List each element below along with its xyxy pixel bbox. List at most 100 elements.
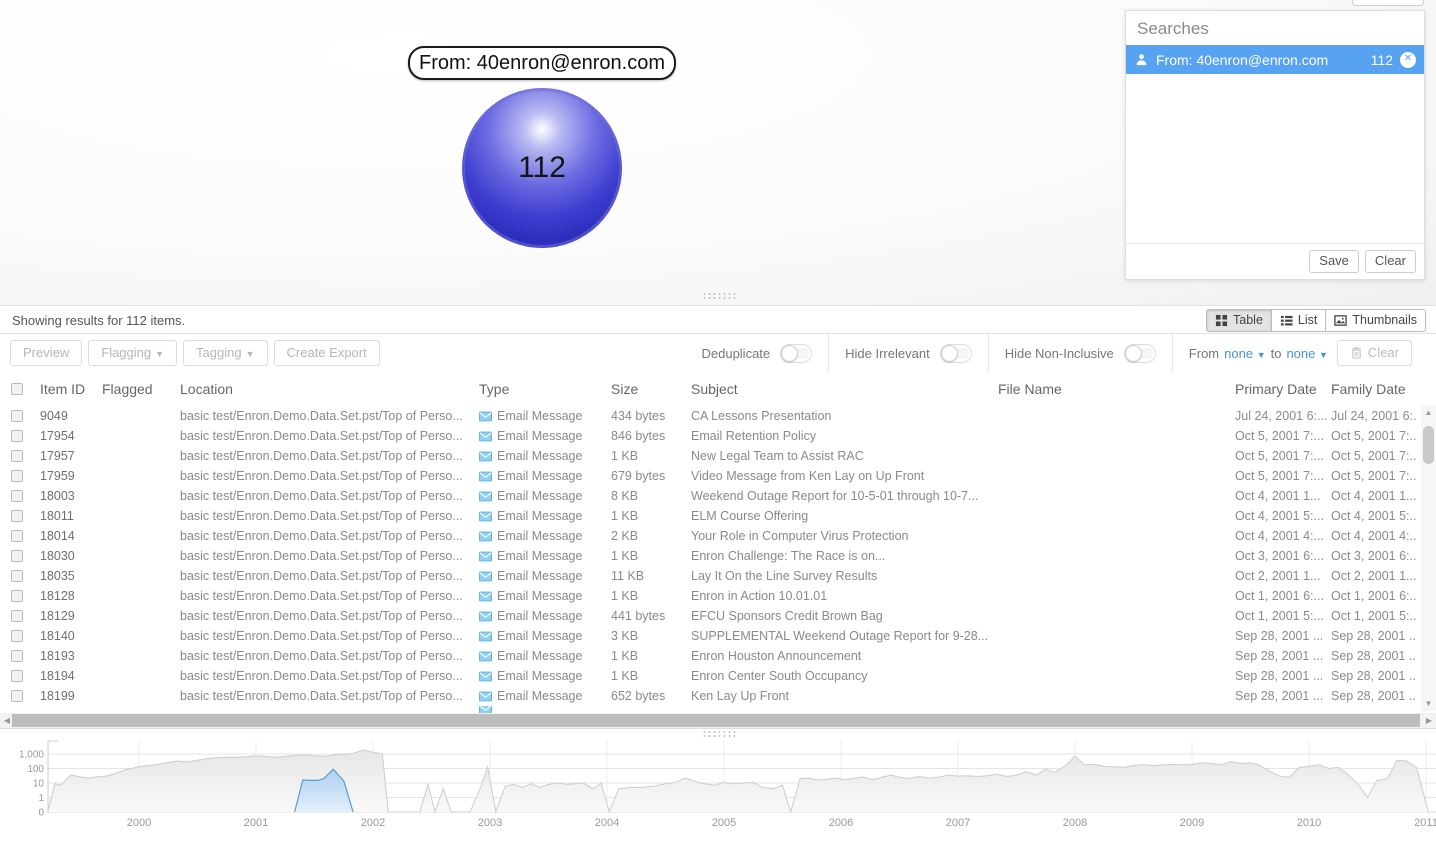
- create-export-button[interactable]: Create Export: [274, 340, 380, 366]
- row-checkbox[interactable]: [11, 450, 23, 462]
- cell-family-date: Oct 4, 2001 4:...: [1331, 529, 1416, 543]
- svg-text:2004: 2004: [595, 817, 619, 829]
- row-checkbox[interactable]: [11, 630, 23, 642]
- table-row[interactable]: 17959basic test/Enron.Demo.Data.Set.pst/…: [0, 466, 1436, 486]
- table-row[interactable]: 18003basic test/Enron.Demo.Data.Set.pst/…: [0, 486, 1436, 506]
- table-row[interactable]: 18035basic test/Enron.Demo.Data.Set.pst/…: [0, 566, 1436, 586]
- row-checkbox[interactable]: [11, 550, 23, 562]
- scroll-up-icon[interactable]: ▲: [1421, 406, 1436, 420]
- splitter-grip-icon[interactable]: [702, 730, 738, 738]
- list-icon: [1280, 314, 1293, 327]
- column-header-type[interactable]: Type: [479, 381, 611, 397]
- table-row[interactable]: 9049basic test/Enron.Demo.Data.Set.pst/T…: [0, 406, 1436, 426]
- cell-primary-date: Oct 1, 2001 6:...: [1235, 589, 1331, 603]
- cell-subject: Video Message from Ken Lay on Up Front: [691, 469, 998, 483]
- hide-non-inclusive-toggle[interactable]: [1124, 344, 1156, 363]
- select-all-checkbox[interactable]: [11, 383, 23, 395]
- cell-subject: Enron Center South Occupancy: [691, 669, 998, 683]
- table-row[interactable]: 18129basic test/Enron.Demo.Data.Set.pst/…: [0, 606, 1436, 626]
- column-header-file-name[interactable]: File Name: [998, 381, 1235, 397]
- row-checkbox[interactable]: [11, 470, 23, 482]
- tagging-label: Tagging: [196, 345, 242, 360]
- cell-type: Email Message: [479, 689, 611, 703]
- row-checkbox[interactable]: [11, 690, 23, 702]
- search-item[interactable]: From: 40enron@enron.com 112: [1126, 45, 1424, 74]
- clear-range-button[interactable]: Clear: [1337, 340, 1412, 366]
- cell-item-id: 18035: [40, 569, 102, 583]
- row-checkbox[interactable]: [11, 510, 23, 522]
- row-checkbox[interactable]: [11, 430, 23, 442]
- cell-family-date: Oct 1, 2001 6:...: [1331, 589, 1416, 603]
- cell-type: Email Message: [479, 429, 611, 443]
- timeline-chart[interactable]: 01101001,0002000200120022003200420052006…: [0, 728, 1436, 838]
- row-checkbox[interactable]: [11, 590, 23, 602]
- column-header-primary-date[interactable]: Primary Date: [1235, 381, 1331, 397]
- deduplicate-label: Deduplicate: [701, 346, 770, 361]
- timeline-svg: 01101001,0002000200120022003200420052006…: [0, 729, 1436, 838]
- column-header-flagged[interactable]: Flagged: [102, 381, 180, 397]
- column-header-item-id[interactable]: Item ID: [40, 381, 102, 397]
- table-row-partial: [0, 706, 1436, 713]
- cell-type: Email Message: [479, 469, 611, 483]
- save-search-button[interactable]: Save: [1309, 250, 1359, 273]
- table-row[interactable]: 17957basic test/Enron.Demo.Data.Set.pst/…: [0, 446, 1436, 466]
- cell-size: 846 bytes: [611, 429, 691, 443]
- view-table-button[interactable]: Table: [1206, 309, 1272, 332]
- deduplicate-toggle[interactable]: [780, 344, 812, 363]
- table-row[interactable]: 18014basic test/Enron.Demo.Data.Set.pst/…: [0, 526, 1436, 546]
- cell-primary-date: Oct 5, 2001 7:...: [1235, 449, 1331, 463]
- svg-text:2011: 2011: [1414, 817, 1436, 829]
- vertical-scroll-thumb[interactable]: [1423, 426, 1434, 464]
- cell-subject: ELM Course Offering: [691, 509, 998, 523]
- splitter-grip-icon[interactable]: [702, 292, 738, 300]
- hide-irrelevant-toggle[interactable]: [940, 344, 972, 363]
- person-icon: [1135, 53, 1148, 66]
- preview-button[interactable]: Preview: [10, 340, 82, 366]
- table-row[interactable]: 18193basic test/Enron.Demo.Data.Set.pst/…: [0, 646, 1436, 666]
- row-checkbox[interactable]: [11, 410, 23, 422]
- table-row[interactable]: 18140basic test/Enron.Demo.Data.Set.pst/…: [0, 626, 1436, 646]
- table-row[interactable]: 18011basic test/Enron.Demo.Data.Set.pst/…: [0, 506, 1436, 526]
- column-header-location[interactable]: Location: [180, 381, 479, 397]
- row-checkbox[interactable]: [11, 530, 23, 542]
- cell-item-id: 18194: [40, 669, 102, 683]
- remove-search-icon[interactable]: [1400, 52, 1416, 68]
- column-header-family-date[interactable]: Family Date: [1331, 381, 1416, 397]
- column-header-subject[interactable]: Subject: [691, 381, 998, 397]
- horizontal-scrollbar[interactable]: ◀ ▶: [0, 713, 1436, 728]
- column-header-size[interactable]: Size: [611, 381, 691, 397]
- cell-family-date: Oct 5, 2001 7:...: [1331, 429, 1416, 443]
- table-row[interactable]: 18199basic test/Enron.Demo.Data.Set.pst/…: [0, 686, 1436, 706]
- scroll-down-icon[interactable]: ▼: [1421, 697, 1436, 711]
- table-row[interactable]: 18194basic test/Enron.Demo.Data.Set.pst/…: [0, 666, 1436, 686]
- vertical-scrollbar[interactable]: ▲ ▼: [1421, 406, 1436, 711]
- row-checkbox[interactable]: [11, 570, 23, 582]
- row-checkbox[interactable]: [11, 610, 23, 622]
- cell-primary-date: Sep 28, 2001 ...: [1235, 689, 1331, 703]
- visualization-canvas[interactable]: From: 40enron@enron.com 112 Searches Fro…: [0, 0, 1436, 306]
- row-checkbox[interactable]: [11, 490, 23, 502]
- horizontal-scroll-thumb[interactable]: [12, 714, 1420, 727]
- row-checkbox[interactable]: [11, 670, 23, 682]
- clear-searches-button[interactable]: Clear: [1365, 250, 1416, 273]
- table-row[interactable]: 18128basic test/Enron.Demo.Data.Set.pst/…: [0, 586, 1436, 606]
- svg-text:2001: 2001: [244, 817, 268, 829]
- row-checkbox[interactable]: [11, 650, 23, 662]
- view-thumbnails-button[interactable]: Thumbnails: [1326, 309, 1426, 332]
- cell-subject: Enron in Action 10.01.01: [691, 589, 998, 603]
- search-bubble[interactable]: 112: [462, 88, 622, 248]
- searches-panel-footer: Save Clear: [1126, 243, 1424, 279]
- table-row[interactable]: 18030basic test/Enron.Demo.Data.Set.pst/…: [0, 546, 1436, 566]
- clipped-toolbar-edge: [1352, 0, 1424, 6]
- view-list-button[interactable]: List: [1272, 309, 1326, 332]
- tagging-dropdown[interactable]: Tagging▼: [183, 340, 267, 366]
- cell-type: Email Message: [479, 669, 611, 683]
- cell-location: basic test/Enron.Demo.Data.Set.pst/Top o…: [180, 409, 479, 423]
- svg-text:2008: 2008: [1063, 817, 1087, 829]
- flagging-dropdown[interactable]: Flagging▼: [88, 340, 177, 366]
- deduplicate-group: Deduplicate: [685, 334, 828, 372]
- range-to-dropdown[interactable]: none ▼: [1286, 346, 1327, 361]
- scroll-right-icon[interactable]: ▶: [1422, 713, 1436, 728]
- table-row[interactable]: 17954basic test/Enron.Demo.Data.Set.pst/…: [0, 426, 1436, 446]
- range-from-dropdown[interactable]: none ▼: [1224, 346, 1265, 361]
